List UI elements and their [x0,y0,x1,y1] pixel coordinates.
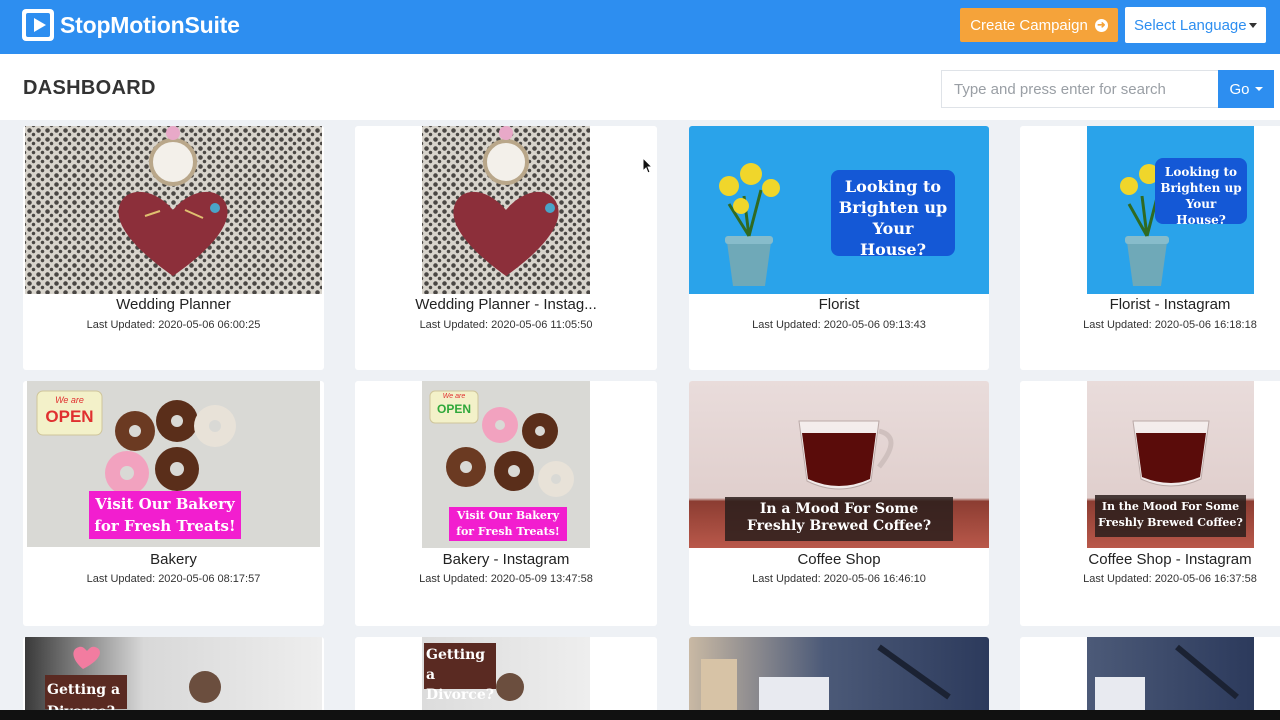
card-title: Coffee Shop - Instagram [1088,551,1252,568]
card-updated: Last Updated: 2020-05-09 13:47:58 [419,573,593,585]
thumbnail-image [689,637,989,717]
top-navbar: StopMotionSuite Create Campaign ➜ Select… [0,0,1280,54]
go-button[interactable]: Go [1218,70,1274,108]
create-campaign-button[interactable]: Create Campaign ➜ [960,8,1118,42]
thumbnail-image: Getting a Divorce? [422,637,590,717]
campaign-card[interactable]: We are OPEN Visit Our Bakery for Fresh T… [355,381,657,626]
page-title: DASHBOARD [23,77,156,99]
campaign-card[interactable]: Looking to Brighten up Your House? Flori… [1020,126,1280,370]
campaign-card[interactable]: In a Mood For Some Freshly Brewed Coffee… [689,381,989,626]
create-campaign-label: Create Campaign [970,16,1088,34]
thumbnail-image: Getting a Divorce? [25,637,322,717]
bottom-edge [0,710,1280,720]
open-badge-top: We are [442,393,466,400]
card-title: Coffee Shop [797,551,881,568]
card-title: Bakery [150,551,197,568]
campaign-card[interactable]: Wedding Planner Last Updated: 2020-05-06… [23,126,324,370]
card-updated: Last Updated: 2020-05-06 16:37:58 [1083,573,1257,585]
open-badge-label: OPEN [436,402,471,416]
campaign-card[interactable]: Getting a Divorce? [355,637,657,720]
thumbnail-image [422,126,590,294]
thumbnail-image: We are OPEN Visit Our Bakery for Fresh T… [422,381,590,548]
card-title: Florist - Instagram [1109,296,1231,313]
language-select-label: Select Language [1134,16,1247,34]
card-updated: Last Updated: 2020-05-06 09:13:43 [752,319,926,331]
overlay-text: In a Mood For Some Freshly Brewed Coffee… [746,501,932,534]
card-title: Wedding Planner [116,296,231,313]
campaign-card[interactable] [689,637,989,720]
card-updated: Last Updated: 2020-05-06 11:05:50 [419,319,593,331]
card-updated: Last Updated: 2020-05-06 16:18:18 [1083,319,1257,331]
brand[interactable]: StopMotionSuite [22,9,240,41]
campaign-card[interactable]: Getting a Divorce? [23,637,324,720]
overlay-text: Getting a Divorce? [426,647,494,703]
heart-ornament-icon [118,126,228,276]
card-updated: Last Updated: 2020-05-06 08:17:57 [86,573,261,585]
overlay-text: Looking to Brighten up Your House? [1160,165,1242,227]
campaign-card[interactable]: Wedding Planner - Instag... Last Updated… [355,126,657,370]
overlay-text: Visit Our Bakery for Fresh Treats! [456,509,560,538]
card-updated: Last Updated: 2020-05-06 06:00:25 [86,319,261,331]
campaign-card[interactable]: Looking to Brighten up Your House? Flori… [689,126,989,370]
office-desk-icon [701,644,951,717]
caret-down-icon [1254,87,1263,91]
heart-ornament-icon [453,126,559,276]
language-select[interactable]: Select Language [1125,7,1266,43]
brand-name: StopMotionSuite [60,11,240,38]
search-input[interactable] [941,70,1219,108]
overlay-text: Visit Our Bakery for Fresh Treats! [94,495,236,535]
thumbnail-image: Looking to Brighten up Your House? [1087,126,1254,294]
open-badge-top: We are [55,395,84,405]
campaign-card[interactable]: We are OPEN Visit Our Bakery for Fresh T… [23,381,324,626]
thumbnail-image [25,126,322,294]
mouse-cursor-icon [642,157,654,174]
card-title: Wedding Planner - Instag... [415,296,597,313]
arrow-right-circle-icon: ➜ [1094,18,1108,32]
card-title: Bakery - Instagram [442,551,570,568]
open-badge-label: OPEN [45,407,94,426]
campaign-card[interactable] [1020,637,1280,720]
thumbnail-image: Looking to Brighten up Your House? [689,126,989,294]
campaign-card[interactable]: In the Mood For Some Freshly Brewed Coff… [1020,381,1280,626]
card-title: Florist [818,296,860,313]
thumbnail-image: We are OPEN Visit Our Bakery for Fresh T… [27,381,320,547]
office-desk-icon [1095,644,1239,717]
card-updated: Last Updated: 2020-05-06 16:46:10 [752,573,926,585]
caret-down-icon [1249,23,1257,28]
overlay-text: Looking to Brighten up Your House? [838,177,948,259]
overlay-text: In the Mood For Some Freshly Brewed Coff… [1098,500,1243,529]
go-button-label: Go [1229,80,1250,98]
thumbnail-image [1087,637,1254,717]
thumbnail-image: In the Mood For Some Freshly Brewed Coff… [1087,381,1254,548]
play-logo-icon [22,9,54,41]
thumbnail-image: In a Mood For Some Freshly Brewed Coffee… [689,381,989,548]
